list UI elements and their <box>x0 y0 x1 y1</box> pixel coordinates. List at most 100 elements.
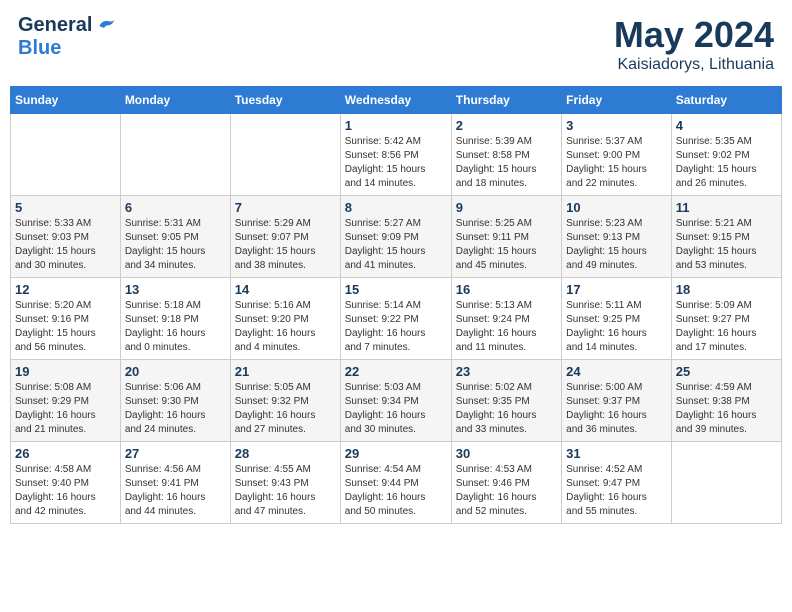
calendar-cell: 11 Sunrise: 5:21 AM Sunset: 9:15 PM Dayli… <box>671 196 781 278</box>
day-number: 15 <box>345 282 447 297</box>
calendar-cell: 16 Sunrise: 5:13 AM Sunset: 9:24 PM Dayli… <box>451 278 561 360</box>
calendar-cell: 24Sunrise: 5:00 AM Sunset: 9:37 PM Dayli… <box>562 360 672 442</box>
day-info: Sunrise: 5:02 AM Sunset: 9:35 PM Dayligh… <box>456 381 557 437</box>
calendar-cell: 30 Sunrise: 4:53 AM Sunset: 9:46 PM Dayli… <box>451 442 561 524</box>
month-title: May 2024 <box>614 14 774 56</box>
calendar-cell: 4 Sunrise: 5:35 AM Sunset: 9:02 PM Daylig… <box>671 114 781 196</box>
day-info: Sunrise: 5:23 AM Sunset: 9:13 PM Dayligh… <box>566 217 667 273</box>
day-info: Sunrise: 5:13 AM Sunset: 9:24 PM Dayligh… <box>456 299 557 355</box>
day-header-sunday: Sunday <box>11 87 121 114</box>
day-number: 30 <box>456 446 557 461</box>
calendar-cell: 26 Sunrise: 4:58 AM Sunset: 9:40 PM Dayli… <box>11 442 121 524</box>
day-info: Sunrise: 4:56 AM Sunset: 9:41 PM Dayligh… <box>125 463 226 519</box>
day-header-thursday: Thursday <box>451 87 561 114</box>
day-number: 17 <box>566 282 667 297</box>
day-number: 4 <box>676 118 777 133</box>
day-number: 5 <box>15 200 116 215</box>
day-info: Sunrise: 5:33 AM Sunset: 9:03 PM Dayligh… <box>15 217 116 273</box>
calendar-cell: 1Sunrise: 5:42 AM Sunset: 8:56 PM Daylig… <box>340 114 451 196</box>
day-info: Sunrise: 5:20 AM Sunset: 9:16 PM Dayligh… <box>15 299 116 355</box>
calendar-cell: 31 Sunrise: 4:52 AM Sunset: 9:47 PM Dayli… <box>562 442 672 524</box>
day-info: Sunrise: 5:27 AM Sunset: 9:09 PM Dayligh… <box>345 217 447 273</box>
day-number: 8 <box>345 200 447 215</box>
day-number: 23 <box>456 364 557 379</box>
day-info: Sunrise: 5:29 AM Sunset: 9:07 PM Dayligh… <box>235 217 336 273</box>
day-number: 12 <box>15 282 116 297</box>
calendar-week-row: 12 Sunrise: 5:20 AM Sunset: 9:16 PM Dayli… <box>11 278 782 360</box>
day-number: 28 <box>235 446 336 461</box>
calendar-cell: 7 Sunrise: 5:29 AM Sunset: 9:07 PM Daylig… <box>230 196 340 278</box>
day-number: 22 <box>345 364 447 379</box>
day-info: Sunrise: 4:55 AM Sunset: 9:43 PM Dayligh… <box>235 463 336 519</box>
calendar-cell: 15Sunrise: 5:14 AM Sunset: 9:22 PM Dayli… <box>340 278 451 360</box>
calendar-week-row: 5 Sunrise: 5:33 AM Sunset: 9:03 PM Daylig… <box>11 196 782 278</box>
day-info: Sunrise: 4:59 AM Sunset: 9:38 PM Dayligh… <box>676 381 777 437</box>
calendar-cell: 21 Sunrise: 5:05 AM Sunset: 9:32 PM Dayli… <box>230 360 340 442</box>
day-number: 18 <box>676 282 777 297</box>
day-info: Sunrise: 5:37 AM Sunset: 9:00 PM Dayligh… <box>566 135 667 191</box>
calendar-cell: 17Sunrise: 5:11 AM Sunset: 9:25 PM Dayli… <box>562 278 672 360</box>
logo-blue: Blue <box>18 37 61 60</box>
day-number: 1 <box>345 118 447 133</box>
day-number: 31 <box>566 446 667 461</box>
day-number: 3 <box>566 118 667 133</box>
calendar-cell: 23 Sunrise: 5:02 AM Sunset: 9:35 PM Dayli… <box>451 360 561 442</box>
day-info: Sunrise: 5:16 AM Sunset: 9:20 PM Dayligh… <box>235 299 336 355</box>
day-number: 16 <box>456 282 557 297</box>
day-info: Sunrise: 5:39 AM Sunset: 8:58 PM Dayligh… <box>456 135 557 191</box>
calendar-cell: 18 Sunrise: 5:09 AM Sunset: 9:27 PM Dayli… <box>671 278 781 360</box>
day-info: Sunrise: 5:31 AM Sunset: 9:05 PM Dayligh… <box>125 217 226 273</box>
calendar-cell: 29Sunrise: 4:54 AM Sunset: 9:44 PM Dayli… <box>340 442 451 524</box>
day-header-wednesday: Wednesday <box>340 87 451 114</box>
day-info: Sunrise: 5:03 AM Sunset: 9:34 PM Dayligh… <box>345 381 447 437</box>
calendar-cell: 2 Sunrise: 5:39 AM Sunset: 8:58 PM Daylig… <box>451 114 561 196</box>
day-header-monday: Monday <box>120 87 230 114</box>
day-number: 27 <box>125 446 226 461</box>
calendar-cell: 9 Sunrise: 5:25 AM Sunset: 9:11 PM Daylig… <box>451 196 561 278</box>
calendar-cell: 5 Sunrise: 5:33 AM Sunset: 9:03 PM Daylig… <box>11 196 121 278</box>
calendar-week-row: 1Sunrise: 5:42 AM Sunset: 8:56 PM Daylig… <box>11 114 782 196</box>
day-info: Sunrise: 5:05 AM Sunset: 9:32 PM Dayligh… <box>235 381 336 437</box>
calendar-header-row: SundayMondayTuesdayWednesdayThursdayFrid… <box>11 87 782 114</box>
day-number: 7 <box>235 200 336 215</box>
day-info: Sunrise: 5:21 AM Sunset: 9:15 PM Dayligh… <box>676 217 777 273</box>
day-number: 9 <box>456 200 557 215</box>
day-info: Sunrise: 4:54 AM Sunset: 9:44 PM Dayligh… <box>345 463 447 519</box>
day-number: 24 <box>566 364 667 379</box>
calendar-cell: 3 Sunrise: 5:37 AM Sunset: 9:00 PM Daylig… <box>562 114 672 196</box>
day-number: 20 <box>125 364 226 379</box>
day-info: Sunrise: 5:09 AM Sunset: 9:27 PM Dayligh… <box>676 299 777 355</box>
calendar-cell <box>11 114 121 196</box>
calendar-cell: 22 Sunrise: 5:03 AM Sunset: 9:34 PM Dayli… <box>340 360 451 442</box>
calendar-cell <box>230 114 340 196</box>
day-info: Sunrise: 4:53 AM Sunset: 9:46 PM Dayligh… <box>456 463 557 519</box>
day-info: Sunrise: 4:52 AM Sunset: 9:47 PM Dayligh… <box>566 463 667 519</box>
logo: General Blue <box>18 14 116 60</box>
page-header: General Blue May 2024 Kaisiadorys, Lithu… <box>10 10 782 78</box>
day-number: 26 <box>15 446 116 461</box>
day-info: Sunrise: 5:08 AM Sunset: 9:29 PM Dayligh… <box>15 381 116 437</box>
day-info: Sunrise: 5:25 AM Sunset: 9:11 PM Dayligh… <box>456 217 557 273</box>
day-number: 19 <box>15 364 116 379</box>
calendar-cell: 28 Sunrise: 4:55 AM Sunset: 9:43 PM Dayli… <box>230 442 340 524</box>
calendar-cell: 14Sunrise: 5:16 AM Sunset: 9:20 PM Dayli… <box>230 278 340 360</box>
location-title: Kaisiadorys, Lithuania <box>614 56 774 74</box>
calendar-table: SundayMondayTuesdayWednesdayThursdayFrid… <box>10 86 782 524</box>
calendar-week-row: 19 Sunrise: 5:08 AM Sunset: 9:29 PM Dayli… <box>11 360 782 442</box>
day-info: Sunrise: 4:58 AM Sunset: 9:40 PM Dayligh… <box>15 463 116 519</box>
calendar-cell: 19 Sunrise: 5:08 AM Sunset: 9:29 PM Dayli… <box>11 360 121 442</box>
day-info: Sunrise: 5:06 AM Sunset: 9:30 PM Dayligh… <box>125 381 226 437</box>
calendar-week-row: 26 Sunrise: 4:58 AM Sunset: 9:40 PM Dayli… <box>11 442 782 524</box>
day-number: 11 <box>676 200 777 215</box>
calendar-cell: 12 Sunrise: 5:20 AM Sunset: 9:16 PM Dayli… <box>11 278 121 360</box>
calendar-cell: 13Sunrise: 5:18 AM Sunset: 9:18 PM Dayli… <box>120 278 230 360</box>
day-info: Sunrise: 5:35 AM Sunset: 9:02 PM Dayligh… <box>676 135 777 191</box>
title-block: May 2024 Kaisiadorys, Lithuania <box>614 14 774 74</box>
calendar-cell: 20 Sunrise: 5:06 AM Sunset: 9:30 PM Dayli… <box>120 360 230 442</box>
calendar-cell <box>671 442 781 524</box>
day-number: 21 <box>235 364 336 379</box>
day-header-tuesday: Tuesday <box>230 87 340 114</box>
logo-bird-icon <box>96 16 116 36</box>
day-number: 2 <box>456 118 557 133</box>
day-number: 10 <box>566 200 667 215</box>
